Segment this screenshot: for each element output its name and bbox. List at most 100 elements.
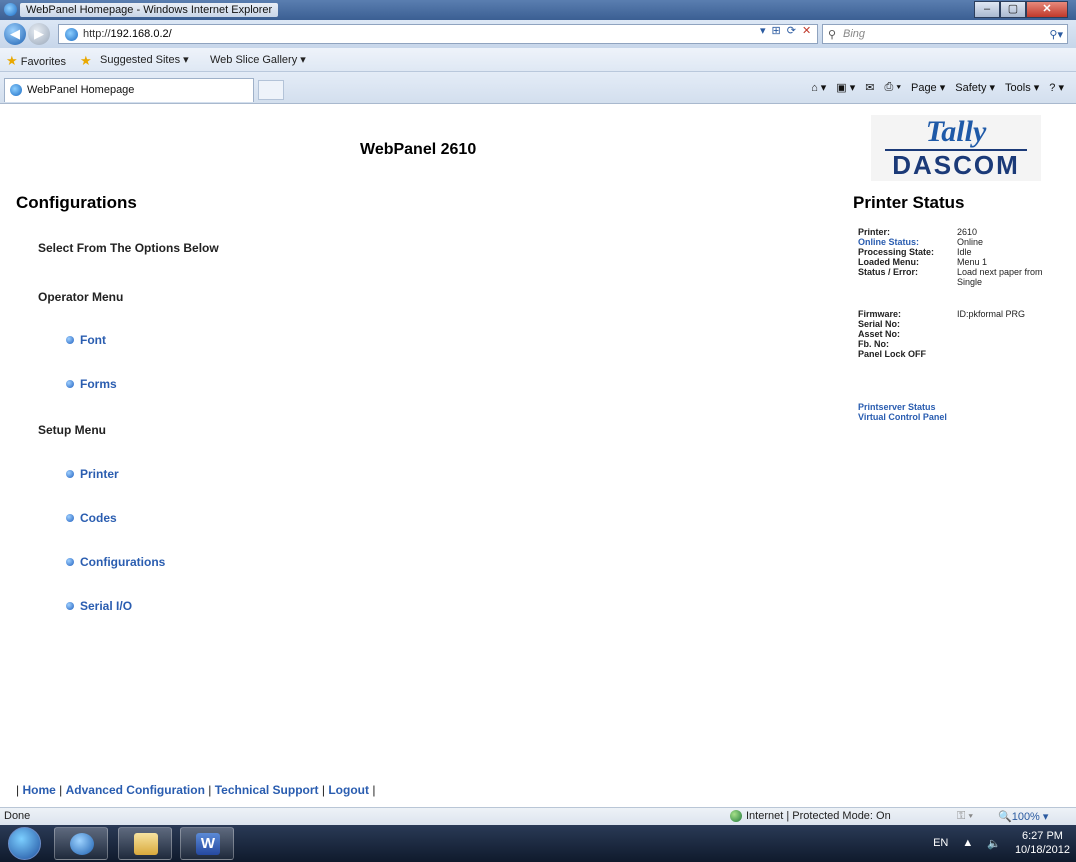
refresh-icon[interactable]: ⟳ <box>787 24 796 37</box>
favorites-label: Favorites <box>20 56 66 68</box>
menu-link-serial-io[interactable]: Serial I/O <box>66 599 132 613</box>
mail-icon[interactable]: ✉ <box>865 81 874 94</box>
home-icon[interactable]: ⌂ ▾ <box>811 81 826 94</box>
bullet-icon <box>66 380 74 388</box>
suggested-sites-link[interactable]: Suggested Sites ▾ <box>100 53 189 66</box>
tab-icon <box>10 84 22 96</box>
add-favorite-icon[interactable]: ★ <box>80 53 92 69</box>
status-value: Idle <box>957 247 972 257</box>
tray-arrow-icon[interactable]: ▲ <box>962 837 973 849</box>
menu-link-label: Printer <box>80 467 119 481</box>
footer-link-technical-support[interactable]: Technical Support <box>215 783 319 797</box>
web-slice-gallery-link[interactable]: Web Slice Gallery ▾ <box>210 53 306 66</box>
search-icon: ⚲ <box>828 29 837 41</box>
status-row: Online Status: Online <box>858 237 1061 247</box>
window-controls: – ▢ ✕ <box>974 1 1068 18</box>
new-tab-button[interactable] <box>258 80 284 100</box>
printserver-status-link[interactable]: Printserver Status <box>858 402 947 412</box>
online-status-link[interactable]: Online Status: <box>858 237 957 247</box>
bullet-icon <box>66 602 74 610</box>
select-options-text: Select From The Options Below <box>38 241 219 255</box>
status-label: Firmware: <box>858 309 902 319</box>
status-row: Serial No: <box>858 319 1061 329</box>
tab-webpanel-homepage[interactable]: WebPanel Homepage <box>4 78 254 102</box>
status-value <box>957 349 1061 359</box>
favorites-bar: ★ Favorites ★ Suggested Sites ▾ Web Slic… <box>0 48 1076 72</box>
favorites-button[interactable]: ★ Favorites <box>6 53 66 69</box>
bullet-icon <box>66 336 74 344</box>
protected-mode-icon[interactable]: ⚿ ▾ <box>957 810 973 823</box>
maximize-button[interactable]: ▢ <box>1000 1 1026 18</box>
clock-date: 10/18/2012 <box>1014 844 1070 856</box>
status-text: Done <box>4 810 31 822</box>
ie-icon <box>4 3 17 16</box>
address-bar[interactable]: http://192.168.0.2/ <box>58 24 818 44</box>
search-go-icon[interactable]: ⚲▾ <box>1049 26 1063 44</box>
stop-icon[interactable]: ✕ <box>802 24 811 37</box>
feeds-icon[interactable]: ▣ ▾ <box>836 81 855 94</box>
status-value: Menu 1 <box>957 257 988 267</box>
status-row: Panel Lock OFF <box>858 349 1061 359</box>
status-value: ID:pkformal PRG <box>957 309 1026 319</box>
footer-link-home[interactable]: Home <box>22 783 55 797</box>
printer-status-table: Printer: 2610 Online Status: Online Proc… <box>858 227 1061 287</box>
zoom-control[interactable]: 🔍100% ▾ <box>998 810 1048 823</box>
folder-icon <box>134 833 158 855</box>
status-bar: Done Internet | Protected Mode: On ⚿ ▾ 🔍… <box>0 807 1076 825</box>
status-row: Firmware: ID:pkformal PRG <box>858 309 1061 319</box>
bullet-icon <box>66 470 74 478</box>
status-label: Serial No: <box>858 319 901 329</box>
taskbar-ie-button[interactable] <box>54 827 108 860</box>
virtual-control-panel-link[interactable]: Virtual Control Panel <box>858 412 947 422</box>
configurations-heading: Configurations <box>16 193 137 212</box>
ie-window: WebPanel Homepage - Windows Internet Exp… <box>0 0 1076 862</box>
menu-link-configurations[interactable]: Configurations <box>66 555 165 569</box>
tools-menu[interactable]: Tools ▾ <box>1005 81 1039 94</box>
tally-dascom-logo: Tally DASCOM <box>871 115 1041 181</box>
menu-link-label: Codes <box>80 511 117 525</box>
status-row: Loaded Menu: Menu 1 <box>858 257 1061 267</box>
search-input[interactable]: ⚲ Bing ⚲▾ <box>822 24 1068 44</box>
menu-link-printer[interactable]: Printer <box>66 467 119 481</box>
close-button[interactable]: ✕ <box>1026 1 1068 18</box>
footer-link-advanced-configuration[interactable]: Advanced Configuration <box>66 783 205 797</box>
minimize-button[interactable]: – <box>974 1 1000 18</box>
menu-link-label: Serial I/O <box>80 599 133 613</box>
system-tray: EN ▲ 🔈 6:27 PM 10/18/2012 <box>933 829 1070 857</box>
status-label: Loaded Menu: <box>858 257 919 267</box>
status-row: Processing State: Idle <box>858 247 1061 257</box>
status-label: Asset No: <box>858 329 901 339</box>
forward-button[interactable]: ▶ <box>28 23 50 45</box>
footer-link-logout[interactable]: Logout <box>328 783 369 797</box>
page-menu[interactable]: Page ▾ <box>911 81 945 94</box>
safety-menu[interactable]: Safety ▾ <box>955 81 995 94</box>
status-row: Asset No: <box>858 329 1061 339</box>
status-label: Fb. No: <box>858 339 889 349</box>
compatibility-icon[interactable]: ⊞ <box>772 24 781 37</box>
clock[interactable]: 6:27 PM 10/18/2012 <box>1015 829 1070 857</box>
taskbar-explorer-button[interactable] <box>118 827 172 860</box>
printer-info-table: Firmware: ID:pkformal PRG Serial No: Ass… <box>858 309 1061 359</box>
title-bar: WebPanel Homepage - Windows Internet Exp… <box>0 0 1076 20</box>
menu-link-label: Configurations <box>80 555 166 569</box>
help-icon[interactable]: ? ▾ <box>1049 81 1064 94</box>
menu-link-codes[interactable]: Codes <box>66 511 117 525</box>
word-icon: W <box>196 833 220 855</box>
address-tools: ▾ ⊞ ⟳ ✕ <box>760 24 811 37</box>
taskbar-word-button[interactable]: W <box>180 827 234 860</box>
print-icon[interactable]: ⎙ ▾ <box>885 81 901 94</box>
logo-dascom: DASCOM <box>885 149 1027 179</box>
address-row: ◀ ▶ http://192.168.0.2/ ▾ ⊞ ⟳ ✕ ⚲ Bing ⚲… <box>0 20 1076 48</box>
menu-link-font[interactable]: Font <box>66 333 106 347</box>
back-button[interactable]: ◀ <box>4 23 26 45</box>
volume-icon[interactable]: 🔈 <box>987 837 1001 850</box>
dropdown-icon[interactable]: ▾ <box>760 24 766 37</box>
menu-link-forms[interactable]: Forms <box>66 377 117 391</box>
search-placeholder: Bing <box>843 28 866 40</box>
language-indicator[interactable]: EN <box>933 837 948 849</box>
logo-tally: Tally <box>925 115 987 148</box>
security-zone[interactable]: Internet | Protected Mode: On <box>730 810 891 822</box>
address-host: 192.168.0.2/ <box>110 28 172 40</box>
start-button-icon[interactable] <box>8 827 41 860</box>
menu-link-label: Forms <box>80 377 117 391</box>
